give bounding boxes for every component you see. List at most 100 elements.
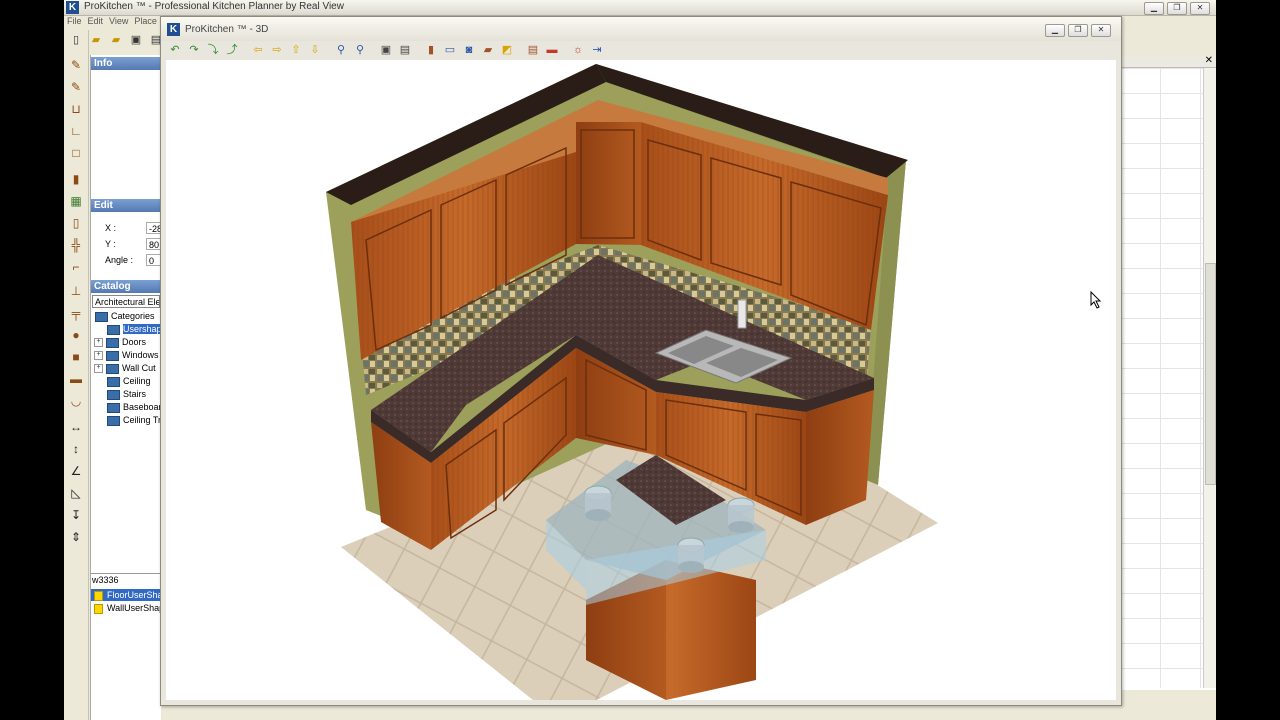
elevation-icon[interactable]: ▮ — [423, 42, 439, 58]
edit-panel-header[interactable]: Edit — [91, 199, 161, 212]
scrollbar-thumb[interactable] — [1205, 263, 1216, 485]
menu-edit[interactable]: Edit — [88, 16, 104, 28]
pencil-icon[interactable]: ✎ — [68, 57, 84, 73]
y-field[interactable]: 80 — [146, 238, 161, 250]
tree-item-ceiling[interactable]: Ceiling — [107, 375, 151, 388]
print-icon[interactable]: ▤ — [397, 42, 413, 58]
stairs-icon[interactable]: ╬ — [68, 237, 84, 253]
arrow-right-icon[interactable]: ⇨ — [269, 42, 285, 58]
maximize-3d-button[interactable]: ❐ — [1068, 24, 1088, 37]
tree-item-doors[interactable]: + Doors — [94, 336, 146, 349]
menu-place[interactable]: Place — [134, 16, 157, 28]
open-folder-icon[interactable]: ▰ — [88, 32, 104, 48]
height-icon[interactable]: ↧ — [68, 507, 84, 523]
expand-icon[interactable]: + — [94, 364, 103, 374]
menu-view[interactable]: View — [109, 16, 128, 28]
side-panel: Info Edit X : -28 Y : 80 Angle : 0 Catal… — [90, 55, 173, 720]
maximize-button[interactable]: ❐ — [1167, 2, 1187, 15]
cabinet-icon[interactable]: ▮ — [68, 171, 84, 187]
layer-icon — [94, 590, 103, 601]
tree-item-windows[interactable]: + Windows — [94, 349, 159, 362]
save-icon[interactable]: ▣ — [128, 32, 144, 48]
divider — [91, 573, 161, 574]
minimize-3d-button[interactable]: ▁ — [1045, 24, 1065, 37]
y-label: Y : — [105, 239, 116, 249]
cabinet-icon[interactable]: ▤ — [525, 42, 541, 58]
table-icon[interactable]: ╤ — [68, 305, 84, 321]
toolbar-3d: ↶ ↷ ⤵ ⤴ ⇦ ⇨ ⇧ ⇩ ⚲ ⚲ ▣ ▤ ▮ ▭ ◙ ▰ ◩ ▤ ▬ ☼ — [167, 42, 605, 60]
angle-field[interactable]: 0 — [146, 254, 161, 266]
rotate-right-icon[interactable]: ↷ — [186, 42, 202, 58]
tilt-down-icon[interactable]: ⤵ — [205, 42, 221, 58]
upper-corner-cabinet — [576, 122, 641, 245]
layer-icon — [94, 603, 103, 614]
view-icon[interactable]: ▭ — [442, 42, 458, 58]
close-3d-button[interactable]: ✕ — [1091, 24, 1111, 37]
board-icon[interactable]: ▬ — [68, 371, 84, 387]
menu-file[interactable]: File — [67, 16, 82, 28]
render-icon[interactable]: ▬ — [544, 42, 560, 58]
light-icon[interactable]: ☼ — [570, 42, 586, 58]
viewport-3d[interactable] — [166, 60, 1116, 700]
zoom-out-icon[interactable]: ⚲ — [352, 42, 368, 58]
pot-icon[interactable]: ● — [68, 327, 84, 343]
tree-root[interactable]: Categories — [95, 310, 155, 323]
catalog-dropdown[interactable]: Architectural Elem — [92, 295, 160, 308]
room-icon[interactable]: □ — [68, 145, 84, 161]
zoom-in-icon[interactable]: ⚲ — [333, 42, 349, 58]
open-recent-icon[interactable]: ▰ — [108, 32, 124, 48]
book-icon[interactable]: ▰ — [480, 42, 496, 58]
angle-icon[interactable]: ∠ — [68, 463, 84, 479]
arrow-down-icon[interactable]: ⇩ — [307, 42, 323, 58]
info-panel-header[interactable]: Info — [91, 57, 161, 70]
measure-icon[interactable]: ↕ — [68, 441, 84, 457]
folder-icon — [107, 324, 120, 335]
main-window: K ProKitchen ™ - Professional Kitchen Pl… — [64, 0, 1216, 720]
elevation-icon[interactable]: ⇕ — [68, 529, 84, 545]
arrow-left-icon[interactable]: ⇦ — [250, 42, 266, 58]
folder-icon — [107, 415, 120, 426]
folder-icon — [95, 311, 108, 322]
exit-icon[interactable]: ⇥ — [589, 42, 605, 58]
save-icon[interactable]: ▣ — [378, 42, 394, 58]
expand-icon[interactable]: + — [94, 338, 103, 348]
close-button[interactable]: ✕ — [1190, 2, 1210, 15]
left-toolbar: ✎ ✎ ⊔ ∟ □ ▮ ▦ ▯ ╬ ⌐ ⊥ ╤ ● ■ ▬ ◡ ↔ ↕ ∠ ◺ … — [64, 30, 89, 720]
slope-icon[interactable]: ◺ — [68, 485, 84, 501]
l-wall-icon[interactable]: ∟ — [68, 123, 84, 139]
window-icon[interactable]: ▦ — [68, 193, 84, 209]
door-icon[interactable]: ▯ — [68, 215, 84, 231]
main-titlebar: K ProKitchen ™ - Professional Kitchen Pl… — [64, 0, 1216, 16]
expand-icon[interactable]: + — [94, 351, 103, 361]
main-window-title: ProKitchen ™ - Professional Kitchen Plan… — [84, 1, 344, 12]
bowl-icon[interactable]: ◡ — [68, 393, 84, 409]
arrow-up-icon[interactable]: ⇧ — [288, 42, 304, 58]
folder-icon — [107, 402, 120, 413]
window-3d-titlebar[interactable]: K ProKitchen ™ - 3D ▁ ❐ ✕ — [161, 17, 1121, 41]
vertical-scrollbar[interactable] — [1203, 68, 1216, 688]
x-field[interactable]: -28 — [146, 222, 161, 234]
layer-item-wall[interactable]: WallUserShape — [91, 602, 169, 614]
dimension-icon[interactable]: ↔ — [68, 419, 84, 435]
tree-item-baseboard[interactable]: Baseboard — [107, 401, 167, 414]
catalog-panel-header[interactable]: Catalog — [91, 280, 161, 293]
minimize-button[interactable]: ▁ — [1144, 2, 1164, 15]
sink-icon[interactable]: ⊥ — [68, 283, 84, 299]
u-wall-icon[interactable]: ⊔ — [68, 101, 84, 117]
tilt-up-icon[interactable]: ⤴ — [224, 42, 240, 58]
close-icon[interactable]: ✕ — [1205, 55, 1213, 66]
folder-icon — [106, 337, 119, 348]
tree-item-stairs[interactable]: Stairs — [107, 388, 146, 401]
tree-item-wall-cut[interactable]: + Wall Cut — [94, 362, 156, 375]
x-label: X : — [105, 223, 117, 233]
camera-icon[interactable]: ◙ — [461, 42, 477, 58]
rotate-left-icon[interactable]: ↶ — [167, 42, 183, 58]
box-icon[interactable]: ■ — [68, 349, 84, 365]
material-icon[interactable]: ◩ — [499, 42, 515, 58]
pencil-alt-icon[interactable]: ✎ — [68, 79, 84, 95]
plan-grid[interactable] — [1120, 68, 1204, 688]
kitchen-3d-render — [326, 64, 938, 700]
layer-header: w3336 — [92, 575, 119, 585]
layer-item-floor[interactable]: FloorUserShape — [91, 589, 173, 601]
faucet-icon[interactable]: ⌐ — [68, 259, 84, 275]
